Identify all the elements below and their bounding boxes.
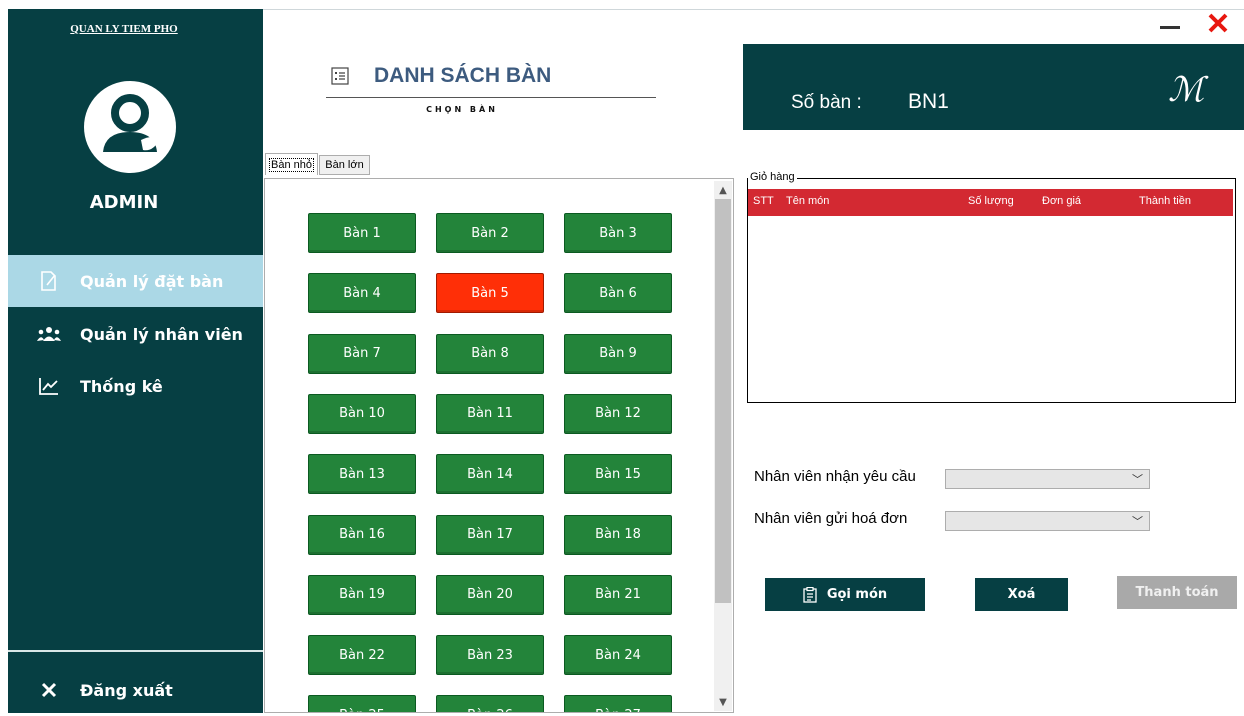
user-avatar-icon <box>83 80 177 174</box>
sender-label: Nhân viên gửi hoá đơn <box>754 510 908 527</box>
table-button[interactable]: Bàn 25 <box>308 695 416 712</box>
table-button[interactable]: Bàn 14 <box>436 454 544 495</box>
table-button[interactable]: Bàn 11 <box>436 393 544 434</box>
column-header-stt: STT <box>753 195 774 207</box>
table-button[interactable]: Bàn 4 <box>308 273 416 314</box>
table-button[interactable]: Bàn 24 <box>564 635 672 676</box>
order-button[interactable]: Gọi món <box>765 578 925 611</box>
list-icon <box>331 67 349 85</box>
pay-button[interactable]: Thanh toán <box>1117 576 1237 609</box>
table-grid-panel: Bàn 1 Bàn 2 Bàn 3 Bàn 4 Bàn 5 Bàn 6 Bàn 7 Bàn 8… <box>264 178 734 713</box>
table-button[interactable]: Bàn 6 <box>564 273 672 314</box>
sidebar-divider <box>8 650 263 652</box>
table-button[interactable]: Bàn 12 <box>564 393 672 434</box>
table-button[interactable]: Bàn 5 <box>436 273 544 314</box>
chevron-down-icon: ﹀ <box>1132 473 1143 486</box>
clipboard-icon <box>803 586 817 603</box>
table-button[interactable]: Bàn 9 <box>564 333 672 374</box>
title-underline <box>326 97 656 98</box>
column-header-total: Thành tiền <box>1139 195 1191 207</box>
app-title: QUAN LY TIEM PHO <box>70 23 178 35</box>
minimize-icon[interactable] <box>1158 12 1182 34</box>
scroll-up-icon[interactable]: ▲ <box>714 181 732 199</box>
table-button[interactable]: Bàn 18 <box>564 514 672 555</box>
nav-label-booking: Quản lý đặt bàn <box>80 271 224 291</box>
brand-logo-icon: ℳ <box>1168 70 1205 110</box>
table-list-subtitle: CHỌN BÀN <box>426 105 498 114</box>
nav-item-booking[interactable]: Quản lý đặt bàn <box>8 255 263 307</box>
table-button[interactable]: Bàn 17 <box>436 514 544 555</box>
table-button[interactable]: Bàn 27 <box>564 695 672 712</box>
column-header-quantity: Số lượng <box>968 195 1014 207</box>
table-button[interactable]: Bàn 22 <box>308 635 416 676</box>
table-list-title: DANH SÁCH BÀN <box>374 64 552 87</box>
chevron-down-icon: ﹀ <box>1132 515 1143 528</box>
nav-item-staff[interactable]: Quản lý nhân viên <box>8 308 263 360</box>
users-icon <box>36 323 62 345</box>
table-button[interactable]: Bàn 7 <box>308 333 416 374</box>
column-header-item: Tên món <box>786 195 830 207</box>
nav-label-staff: Quản lý nhân viên <box>80 324 243 344</box>
table-button[interactable]: Bàn 16 <box>308 514 416 555</box>
table-button[interactable]: Bàn 10 <box>308 393 416 434</box>
edit-icon <box>36 270 62 292</box>
logout-label: Đăng xuất <box>80 680 173 700</box>
sender-select[interactable]: ﹀ <box>945 511 1150 531</box>
receiver-label: Nhân viên nhận yêu cầu <box>754 468 916 485</box>
column-header-price: Đơn giá <box>1042 195 1082 207</box>
table-button[interactable]: Bàn 13 <box>308 454 416 495</box>
table-button[interactable]: Bàn 26 <box>436 695 544 712</box>
nav-label-statistics: Thống kê <box>80 376 163 396</box>
nav-item-statistics[interactable]: Thống kê <box>8 360 263 412</box>
table-number-label: Số bàn : <box>791 92 862 113</box>
scroll-down-icon[interactable]: ▼ <box>714 693 732 711</box>
title-bar-divider <box>263 9 1244 10</box>
scroll-thumb[interactable] <box>715 199 731 603</box>
tab-large-label: Bàn lớn <box>325 159 364 171</box>
table-button[interactable]: Bàn 21 <box>564 574 672 615</box>
order-button-label: Gọi món <box>826 587 888 602</box>
tab-small-tables[interactable]: Bàn nhỏ <box>265 153 318 175</box>
table-button[interactable]: Bàn 19 <box>308 574 416 615</box>
sidebar: QUAN LY TIEM PHO ADMIN Quản lý đặt bàn Q… <box>8 9 263 713</box>
tab-large-tables[interactable]: Bàn lớn <box>319 155 370 175</box>
table-button[interactable]: Bàn 1 <box>308 213 416 253</box>
order-header: Số bàn : BN1 ℳ <box>743 44 1244 130</box>
line-chart-icon <box>36 375 62 397</box>
tab-small-label: Bàn nhỏ <box>269 157 314 172</box>
logout-button[interactable]: Đăng xuất <box>8 664 263 716</box>
cart-title: Giỏ hàng <box>748 171 797 183</box>
logout-x-icon <box>36 679 62 701</box>
cart-table-header: STT Tên món Số lượng Đơn giá Thành tiền <box>748 189 1233 216</box>
table-number-value: BN1 <box>908 90 949 113</box>
delete-button[interactable]: Xoá <box>975 578 1068 611</box>
receiver-select[interactable]: ﹀ <box>945 469 1150 489</box>
close-icon[interactable] <box>1204 10 1232 36</box>
table-button[interactable]: Bàn 23 <box>436 635 544 676</box>
table-button[interactable]: Bàn 20 <box>436 574 544 615</box>
table-button[interactable]: Bàn 8 <box>436 333 544 374</box>
vertical-scrollbar[interactable]: ▲ ▼ <box>714 181 732 711</box>
table-button[interactable]: Bàn 3 <box>564 213 672 253</box>
user-name: ADMIN <box>89 192 159 213</box>
table-button[interactable]: Bàn 2 <box>436 213 544 253</box>
table-button[interactable]: Bàn 15 <box>564 454 672 495</box>
